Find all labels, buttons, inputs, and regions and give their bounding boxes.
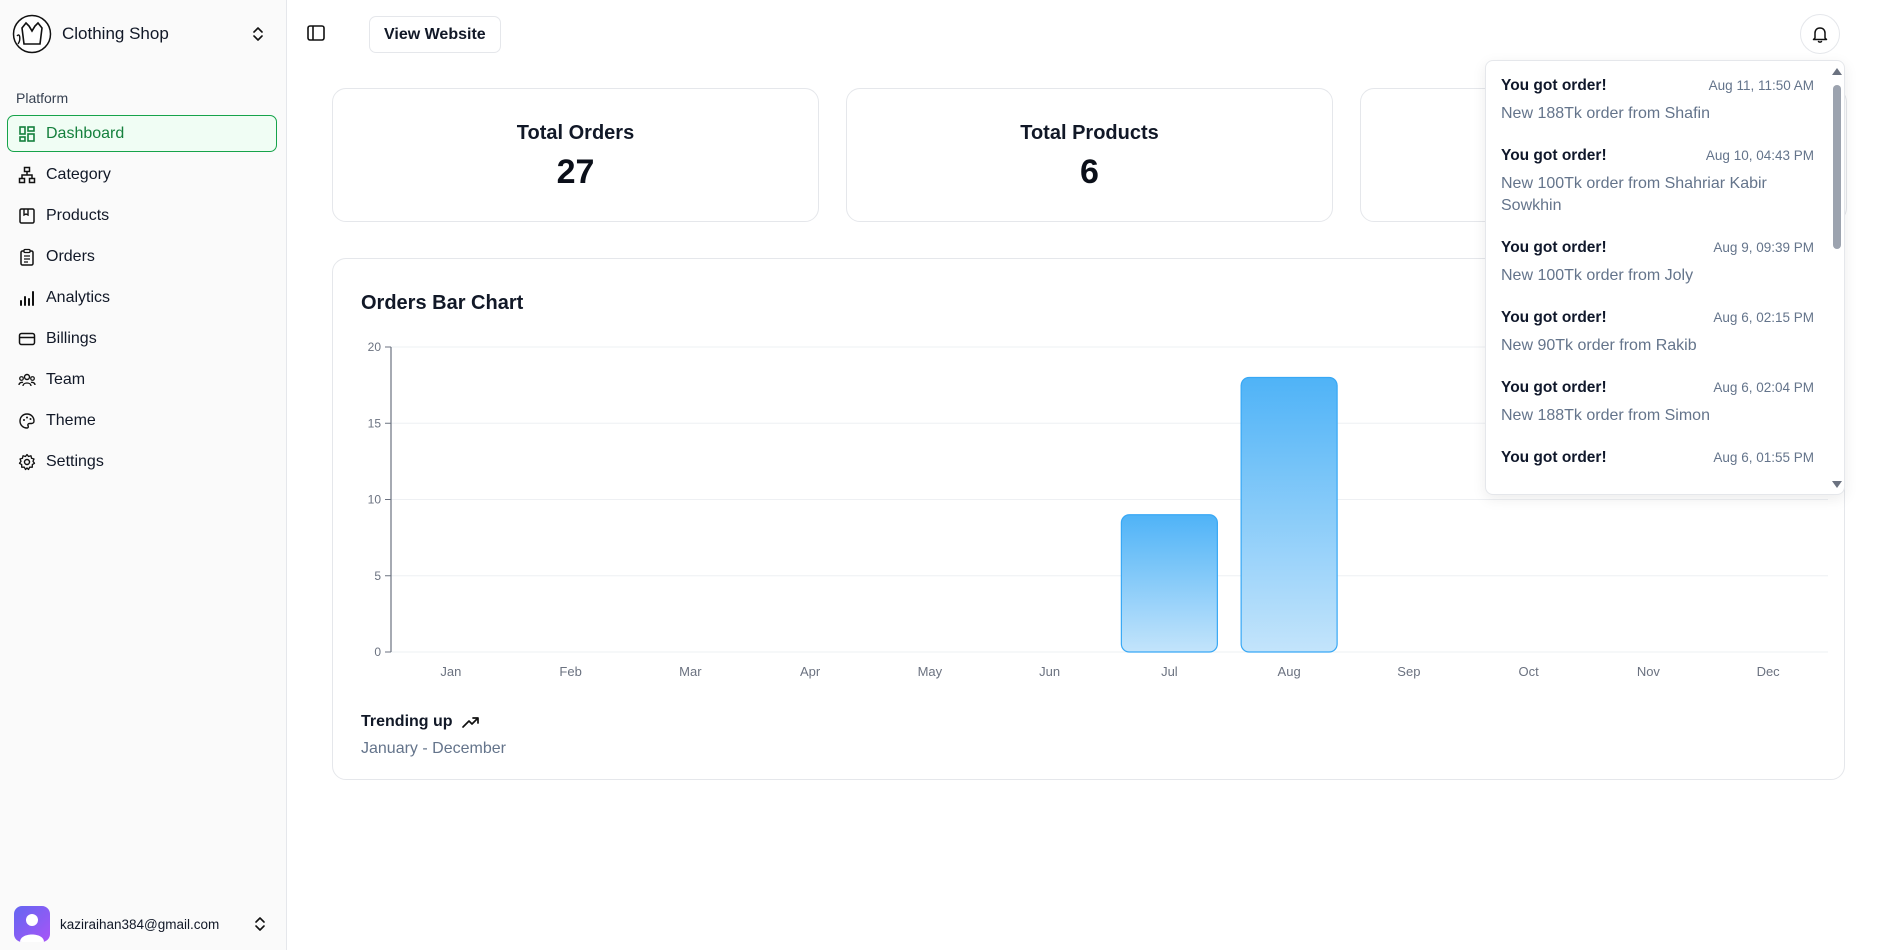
chart-range: January - December	[361, 740, 506, 757]
y-tick-label: 0	[374, 645, 381, 659]
stat-label: Total Products	[1020, 122, 1159, 144]
sidebar-item-team[interactable]: Team	[7, 361, 277, 398]
notification-item[interactable]: You got order! Aug 9, 09:39 PM New 100Tk o…	[1486, 223, 1828, 293]
x-tick-label: Nov	[1637, 664, 1661, 679]
sidebar-item-dashboard[interactable]: Dashboard	[7, 115, 277, 152]
clipboard-icon	[18, 248, 36, 266]
notification-time: Aug 9, 09:39 PM	[1713, 240, 1814, 255]
x-tick-label: Apr	[800, 664, 821, 679]
hierarchy-icon	[18, 166, 36, 184]
view-website-button[interactable]: View Website	[369, 16, 501, 53]
team-icon	[18, 371, 36, 389]
shop-name: Clothing Shop	[62, 24, 169, 43]
sidebar-item-orders[interactable]: Orders	[7, 238, 277, 275]
x-tick-label: May	[918, 664, 943, 679]
sidebar-item-label: Products	[46, 206, 110, 224]
trend-label: Trending up	[361, 713, 453, 730]
sidebar-item-label: Category	[46, 165, 111, 183]
y-tick-label: 15	[368, 416, 382, 430]
shop-logo-icon	[12, 14, 52, 54]
notification-time: Aug 6, 02:15 PM	[1713, 310, 1814, 325]
sidebar-item-label: Settings	[46, 452, 104, 470]
palette-icon	[18, 412, 36, 430]
x-tick-label: Dec	[1757, 664, 1781, 679]
notification-item[interactable]: You got order! Aug 11, 11:50 AM New 188Tk …	[1486, 61, 1828, 131]
x-tick-label: Aug	[1278, 664, 1301, 679]
sidebar-item-analytics[interactable]: Analytics	[7, 279, 277, 316]
notification-item[interactable]: You got order! Aug 10, 04:43 PM New 100Tk …	[1486, 131, 1828, 223]
notification-item[interactable]: You got order! Aug 6, 02:15 PM New 90Tk or…	[1486, 293, 1828, 363]
bell-icon	[1812, 27, 1828, 43]
x-tick-label: Mar	[679, 664, 702, 679]
section-label-platform: Platform	[16, 90, 69, 106]
sidebar-item-label: Analytics	[46, 288, 111, 306]
avatar	[14, 906, 50, 942]
y-tick-label: 10	[368, 493, 382, 507]
sidebar-item-category[interactable]: Category	[7, 156, 277, 193]
notification-message: New 100Tk order from Joly	[1501, 267, 1694, 284]
y-tick-label: 20	[368, 340, 382, 354]
notification-time: Aug 6, 02:04 PM	[1713, 380, 1814, 395]
stat-value: 27	[556, 153, 595, 191]
notifications-dropdown: You got order! Aug 11, 11:50 AM New 188Tk …	[1485, 60, 1845, 495]
bar	[1240, 376, 1338, 653]
trending-up-icon	[461, 717, 479, 728]
notification-message: New 90Tk order from Rakib	[1501, 337, 1697, 354]
sidebar-item-billings[interactable]: Billings	[7, 320, 277, 357]
x-tick-label: Jan	[440, 664, 461, 679]
sidebar: Clothing Shop Platform Dashboard Categor…	[0, 0, 287, 950]
sidebar-item-label: Theme	[46, 411, 96, 429]
notification-message: New 188Tk order from Simon	[1501, 407, 1710, 424]
notification-time: Aug 10, 04:43 PM	[1705, 148, 1814, 163]
sidebar-item-settings[interactable]: Settings	[7, 443, 277, 480]
scrollbar-thumb[interactable]	[1833, 85, 1841, 249]
x-tick-label: Oct	[1519, 664, 1540, 679]
x-tick-label: Sep	[1397, 664, 1420, 679]
notifications-list[interactable]: You got order! Aug 11, 11:50 AM New 188Tk …	[1486, 61, 1828, 494]
x-tick-label: Jul	[1161, 664, 1178, 679]
dashboard-icon	[18, 125, 36, 143]
sidebar-item-label: Billings	[46, 329, 97, 347]
y-tick-label: 5	[374, 569, 381, 583]
stat-label: Total Orders	[516, 122, 635, 144]
stat-card-total-orders: Total Orders 27	[332, 88, 819, 222]
user-menu[interactable]: kaziraihan384@gmail.com	[14, 906, 274, 942]
sidebar-nav: Dashboard Category Products Orders Analy…	[7, 115, 277, 484]
user-icon	[20, 914, 44, 942]
notification-item[interactable]: You got order! Aug 6, 01:55 PM	[1486, 433, 1828, 473]
trend-indicator: Trending up	[361, 713, 481, 731]
x-tick-label: Jun	[1039, 664, 1060, 679]
sidebar-item-label: Dashboard	[46, 124, 125, 142]
bar	[1120, 514, 1218, 653]
sidebar-item-label: Orders	[46, 247, 95, 265]
x-tick-label: Feb	[559, 664, 581, 679]
user-email: kaziraihan384@gmail.com	[60, 916, 220, 932]
stat-card-total-products: Total Products 6	[846, 88, 1333, 222]
scroll-up-arrow-icon[interactable]	[1830, 65, 1844, 77]
sidebar-item-label: Team	[46, 370, 86, 388]
chevrons-up-down-icon	[253, 27, 263, 41]
credit-card-icon	[18, 330, 36, 348]
notification-item[interactable]: You got order! Aug 6, 02:04 PM New 188Tk o…	[1486, 363, 1828, 433]
team-switcher[interactable]: Clothing Shop	[12, 14, 274, 54]
notifications-button[interactable]	[1800, 14, 1840, 54]
scroll-down-arrow-icon[interactable]	[1830, 479, 1844, 491]
notification-time: Aug 11, 11:50 AM	[1708, 78, 1814, 93]
sidebar-item-products[interactable]: Products	[7, 197, 277, 234]
stat-value: 6	[1080, 153, 1099, 191]
gear-icon	[18, 453, 36, 471]
bar-chart-icon	[18, 289, 36, 307]
sidebar-toggle-icon[interactable]	[305, 22, 327, 44]
chevrons-up-down-icon	[255, 917, 265, 931]
product-box-icon	[18, 207, 36, 225]
notification-message: New 188Tk order from Shafin	[1501, 105, 1710, 122]
notification-message: New 100Tk order from Shahriar Kabir Sowk…	[1501, 175, 1767, 214]
notification-time: Aug 6, 01:55 PM	[1713, 450, 1814, 465]
notifications-scrollbar[interactable]	[1830, 61, 1844, 494]
sidebar-item-theme[interactable]: Theme	[7, 402, 277, 439]
